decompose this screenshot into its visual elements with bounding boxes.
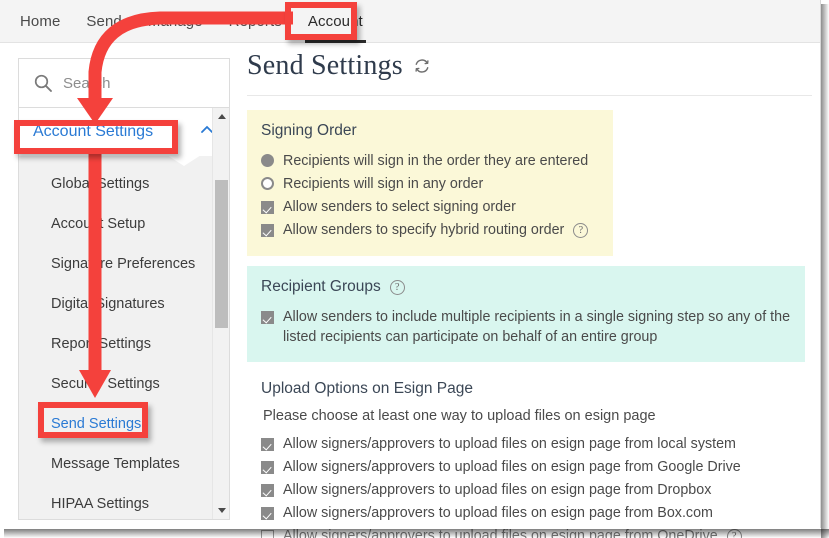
screenshot-root: Home Send Manage Reports Account Search Acco…	[0, 0, 829, 538]
highlight-account-tab	[285, 2, 357, 40]
annotation-arrows	[77, 11, 293, 398]
frame-bottom-shadow	[4, 529, 829, 538]
highlight-send-settings	[38, 402, 148, 438]
highlight-account-settings	[14, 120, 178, 154]
frame-right-shadow	[821, 4, 829, 538]
arrow-to-account-settings	[77, 11, 293, 124]
arrow-to-send-settings	[79, 148, 111, 398]
